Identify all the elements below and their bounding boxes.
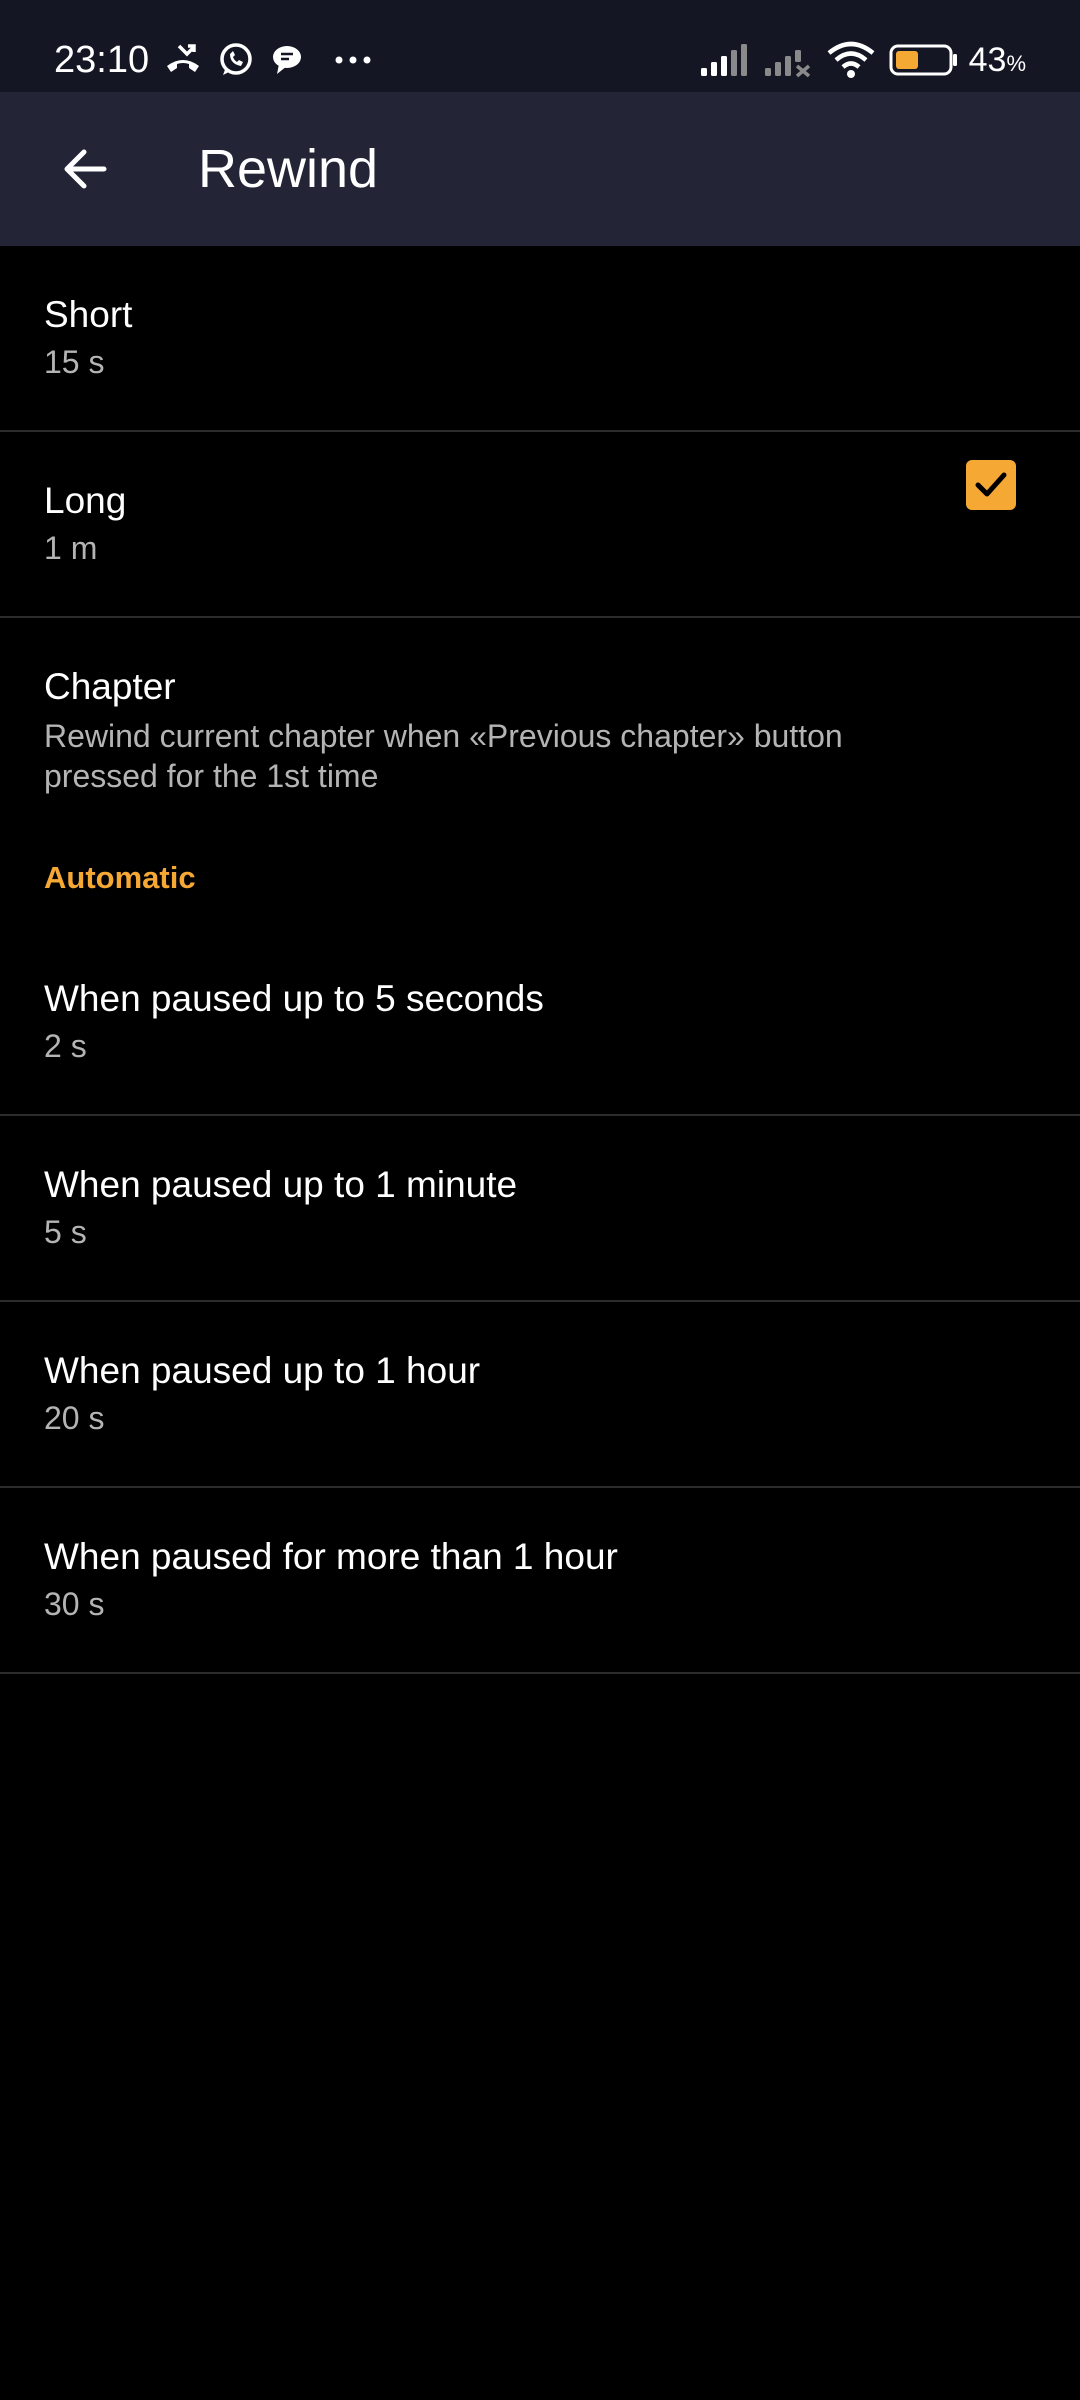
pref-chapter[interactable]: Chapter Rewind current chapter when «Pre… [0,618,1080,834]
pref-summary: 2 s [44,1028,87,1064]
whatsapp-icon [217,41,255,79]
settings-list: Short 15 s Long 1 m Chapter Rewind curre… [0,246,1080,1674]
pref-title: When paused up to 1 minute [44,1164,518,1205]
status-time: 23:10 [54,38,150,81]
section-header-label: Automatic [44,860,196,895]
missed-call-icon [163,40,203,80]
signal-off-icon [763,42,813,78]
pref-short[interactable]: Short 15 s [0,246,1080,432]
chat-bubble-icon [269,42,305,78]
more-dots-icon [333,54,373,66]
pref-summary: 20 s [44,1400,105,1436]
chapter-checkbox[interactable] [966,460,1016,510]
pref-long[interactable]: Long 1 m [0,432,1080,618]
battery-unit: % [1006,50,1026,76]
pref-summary: 5 s [44,1214,87,1250]
status-bar: 23:10 43% [0,0,1080,92]
battery-icon [889,42,959,78]
pref-summary: Rewind current chapter when «Previous ch… [44,718,843,794]
back-button[interactable] [40,124,130,214]
signal-icon [699,42,749,78]
pref-paused-5-seconds[interactable]: When paused up to 5 seconds 2 s [0,930,1080,1116]
page-title: Rewind [198,139,379,199]
checkmark-icon [975,472,1007,497]
pref-summary: 15 s [44,344,105,380]
pref-paused-1-hour[interactable]: When paused up to 1 hour 20 s [0,1302,1080,1488]
pref-title: When paused up to 5 seconds [44,978,544,1019]
section-header-automatic: Automatic [0,834,1080,930]
battery-value: 43 [968,40,1007,79]
wifi-icon [827,41,875,79]
pref-paused-1-minute[interactable]: When paused up to 1 minute 5 s [0,1116,1080,1302]
app-bar: Rewind [0,92,1080,246]
pref-title: Long [44,480,127,521]
pref-title: When paused for more than 1 hour [44,1536,618,1577]
battery-level: 43% [969,41,1026,80]
pref-title: Chapter [44,666,176,707]
pref-title: Short [44,294,133,335]
pref-summary: 1 m [44,530,98,566]
pref-summary: 30 s [44,1586,105,1622]
pref-paused-more-than-1-hour[interactable]: When paused for more than 1 hour 30 s [0,1488,1080,1674]
pref-title: When paused up to 1 hour [44,1350,481,1391]
arrow-left-icon [64,149,107,189]
